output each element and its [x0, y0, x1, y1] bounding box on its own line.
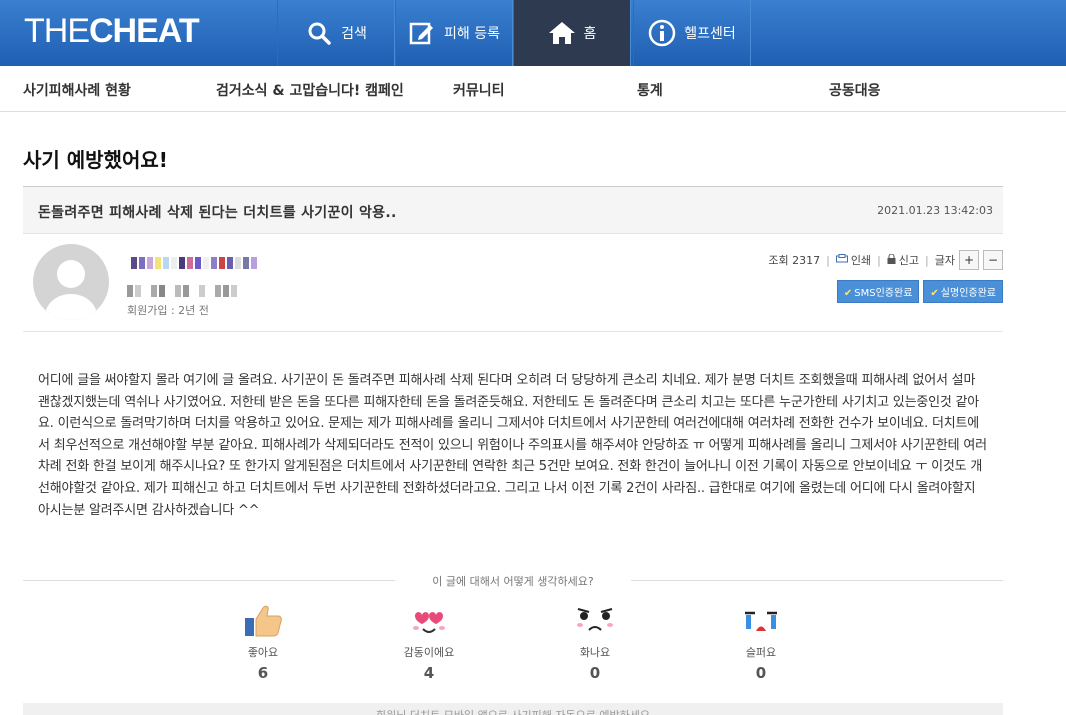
heart-eyes-icon — [346, 603, 512, 639]
redacted-user-info — [127, 282, 259, 297]
footer-banner: 회원님 더치트 모바일 앱으로 사기피해 자동으로 예방하세요 — [23, 703, 1003, 715]
info-icon — [648, 19, 676, 47]
reaction-angry[interactable]: 화나요 0 — [512, 603, 678, 682]
lock-icon — [887, 253, 896, 267]
identity-verified-badge: 실명인증완료 — [923, 280, 1003, 303]
author-info: 회원가입 : 2년 전 조회 2317 | 인쇄 | 신고 | 글자 + − S… — [23, 234, 1003, 332]
nav-home-button[interactable]: 홈 — [513, 0, 631, 66]
member-since: 회원가입 : 2년 전 — [127, 304, 209, 317]
angry-face-icon — [512, 603, 678, 639]
font-decrease-button[interactable]: − — [983, 250, 1003, 270]
subnav-item-campaign[interactable]: 검거소식 & 고맙습니다! 캠페인 — [216, 80, 404, 100]
font-size-label: 글자 — [934, 254, 955, 267]
redacted-username — [131, 254, 271, 269]
post-date: 2021.01.23 13:42:03 — [877, 204, 993, 217]
post-stats: 조회 2317 | 인쇄 | 신고 | 글자 + − — [768, 250, 1003, 270]
print-icon — [835, 253, 848, 267]
sms-verified-badge: SMS인증완료 — [836, 280, 920, 303]
views-label: 조회 — [768, 254, 789, 267]
avatar — [33, 244, 109, 320]
subnav-item-community[interactable]: 커뮤니티 — [453, 80, 505, 100]
reaction-like[interactable]: 좋아요 6 — [180, 603, 346, 682]
reaction-sad[interactable]: 슬퍼요 0 — [678, 603, 844, 682]
feedback-question: 이 글에 대해서 어떻게 생각하세요? — [23, 571, 1003, 589]
subnav-item-fraud-cases[interactable]: 사기피해사례 현황 — [23, 80, 131, 100]
post-title: 돈돌려주면 피해사례 삭제 된다는 더치트를 사기꾼이 악용.. — [38, 205, 397, 221]
post-body: 어디에 글을 써야할지 몰라 여기에 글 올려요. 사기꾼이 돈 돌려주면 피해… — [38, 373, 987, 518]
subnav-item-joint-response[interactable]: 공동대응 — [829, 80, 881, 100]
nav-search-button[interactable]: 검색 — [277, 0, 395, 66]
report-button[interactable]: 신고 — [899, 252, 919, 268]
feedback-question-text: 이 글에 대해서 어떻게 생각하세요? — [432, 575, 594, 588]
nav-help-button[interactable]: 헬프센터 — [633, 0, 751, 66]
top-header: THECHEAT 검색 피해 등록 홈 헬프센터 — [0, 0, 1066, 66]
nav-report-button[interactable]: 피해 등록 — [395, 0, 513, 66]
search-icon — [305, 19, 333, 47]
sub-navigation: 사기피해사례 현황 검거소식 & 고맙습니다! 캠페인 커뮤니티 통계 공동대응 — [0, 66, 1066, 112]
edit-icon — [408, 19, 436, 47]
crying-face-icon — [678, 603, 844, 639]
page-title: 사기 예방했어요! — [23, 148, 168, 172]
reactions: 좋아요 6 감동이에요 4 화나요 0 슬퍼요 0 — [180, 603, 880, 683]
footer-note: 회원님 더치트 모바일 앱으로 사기피해 자동으로 예방하세요 — [23, 707, 1003, 715]
home-icon — [548, 19, 576, 47]
site-logo[interactable]: THECHEAT — [24, 12, 200, 51]
thumbs-up-icon — [180, 603, 346, 639]
subnav-item-statistics[interactable]: 통계 — [637, 80, 663, 100]
post-header: 돈돌려주면 피해사례 삭제 된다는 더치트를 사기꾼이 악용.. 2021.01… — [23, 186, 1003, 234]
print-button[interactable]: 인쇄 — [851, 252, 871, 268]
reaction-touched[interactable]: 감동이에요 4 — [346, 603, 512, 682]
views-count: 2317 — [792, 253, 821, 267]
font-increase-button[interactable]: + — [959, 250, 979, 270]
verification-badges: SMS인증완료 실명인증완료 — [836, 280, 1003, 303]
